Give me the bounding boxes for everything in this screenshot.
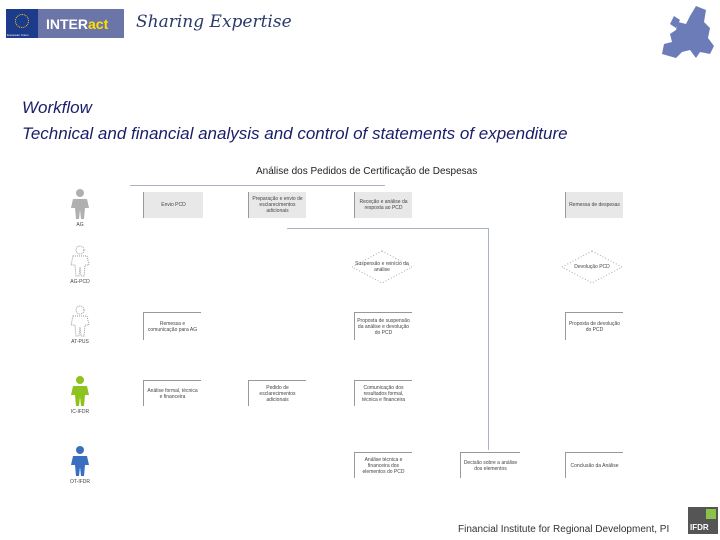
actor-label: IC-IFDR <box>70 409 90 415</box>
europe-map-icon <box>662 6 714 58</box>
process-box[interactable]: Pedido de esclarecimentos adicionais <box>248 380 306 406</box>
process-box[interactable]: Análise técnica e financeira dos element… <box>354 452 412 478</box>
actor-0: AG <box>60 188 100 228</box>
interact-logo: European Union INTERact <box>6 9 124 38</box>
process-box[interactable]: Remessa de despesas <box>565 192 623 218</box>
process-box[interactable]: Proposta de suspensão da análise e devol… <box>354 312 412 340</box>
actor-1: AG-PCD <box>60 245 100 285</box>
actor-3: IC-IFDR <box>60 375 100 415</box>
process-box[interactable]: Análise formal, técnica e financeira <box>143 380 201 406</box>
actor-label: AG <box>76 222 84 228</box>
process-box[interactable]: Decisão sobre a análise dos elementos <box>460 452 520 478</box>
flow-line <box>287 228 488 229</box>
process-box[interactable]: Comunicação dos resultados formal, técni… <box>354 380 412 406</box>
process-box[interactable]: Envio PCD <box>143 192 203 218</box>
decision-label: Devolução PCD <box>574 264 610 270</box>
person-icon <box>70 245 90 277</box>
person-icon <box>71 189 89 219</box>
decision-label: Suspensão e reinício da análise <box>355 261 409 273</box>
person-icon <box>70 305 90 337</box>
tagline: Sharing Expertise <box>136 12 292 32</box>
actor-label: OT-IFDR <box>70 479 90 485</box>
actor-label: AG-PCD <box>70 279 90 285</box>
brand-name: INTERact <box>46 15 109 32</box>
process-box[interactable]: Preparação e envio de esclarecimentos ad… <box>248 192 306 218</box>
process-box[interactable]: Proposta de devolução do PCD <box>565 312 623 340</box>
slide-title: Workflow <box>22 98 92 117</box>
actor-2: AT-PUS <box>60 305 100 345</box>
decision-node[interactable]: Devolução PCD <box>561 250 623 284</box>
eu-flag-icon: European Union <box>6 9 38 38</box>
person-icon <box>71 376 89 406</box>
process-box[interactable]: Remessa e comunicação para AG <box>143 312 201 340</box>
person-icon <box>71 446 89 476</box>
actor-4: OT-IFDR <box>60 445 100 485</box>
flow-line <box>488 228 489 450</box>
actor-label: AT-PUS <box>71 339 89 345</box>
decision-node[interactable]: Suspensão e reinício da análise <box>351 250 413 284</box>
process-box[interactable]: Conclusão da Análise <box>565 452 623 478</box>
process-box[interactable]: Receção e análise da resposta ao PCD <box>354 192 412 218</box>
swimlane-line <box>130 185 385 186</box>
diagram-title: Análise dos Pedidos de Certificação de D… <box>256 166 478 177</box>
footer-text: Financial Institute for Regional Develop… <box>458 524 670 535</box>
slide-subtitle: Technical and financial analysis and con… <box>22 124 568 143</box>
ifdr-logo: IFDR <box>688 507 718 534</box>
